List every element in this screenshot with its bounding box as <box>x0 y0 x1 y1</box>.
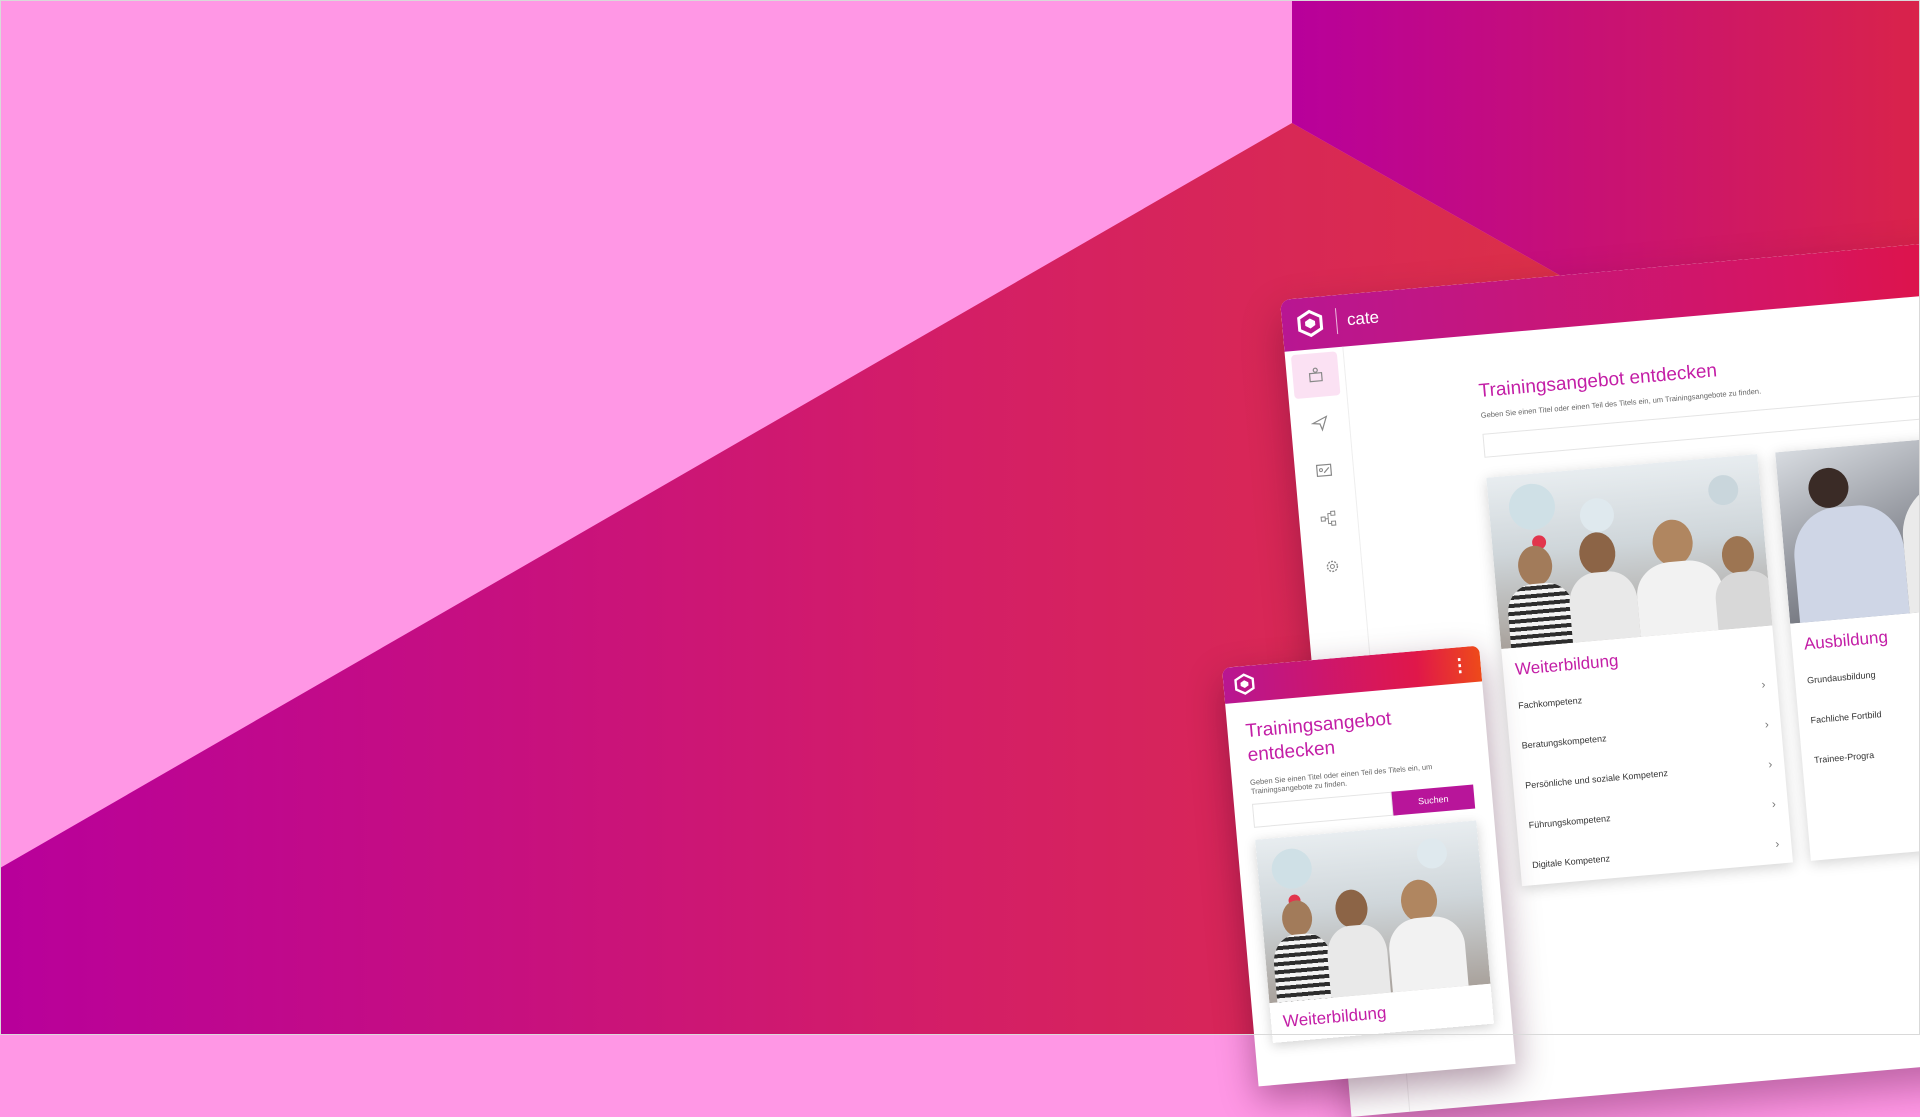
category-card-weiterbildung[interactable]: Weiterbildung Fachkompetenz › Beratungsko… <box>1486 453 1793 887</box>
settings-icon <box>1326 560 1339 573</box>
chevron-right-icon: › <box>1771 796 1777 812</box>
card-photo <box>1486 453 1773 650</box>
nav-training[interactable] <box>1290 351 1341 400</box>
training-icon <box>1308 367 1323 383</box>
chevron-right-icon: › <box>1760 677 1766 692</box>
chevron-right-icon: › <box>1764 717 1770 732</box>
app-logo-icon <box>1295 308 1325 338</box>
main-content: Trainingsangebot entdecken Geben Sie ein… <box>1474 286 1920 1101</box>
nav-settings[interactable] <box>1308 543 1358 591</box>
chevron-right-icon: › <box>1767 756 1773 772</box>
category-card-weiterbildung[interactable]: Weiterbildung <box>1255 820 1494 1043</box>
card-photo <box>1255 820 1491 1004</box>
hierarchy-icon <box>1320 510 1337 526</box>
search-input[interactable] <box>1251 791 1394 828</box>
send-icon <box>1310 415 1328 432</box>
page-title: Trainingsangebot entdecken <box>1244 708 1393 767</box>
category-card-ausbildung[interactable]: Ausbildung Grundausbildung Fachliche For… <box>1775 428 1920 861</box>
app-logo-icon <box>1233 672 1257 696</box>
mobile-mockup: ⋮ Trainingsangebot entdecken Geben Sie e… <box>1222 645 1516 1087</box>
presentation-icon <box>1315 463 1333 478</box>
nav-presentation[interactable] <box>1299 447 1349 495</box>
chevron-right-icon: › <box>1774 836 1780 851</box>
card-photo <box>1775 428 1920 624</box>
header-divider <box>1334 308 1339 335</box>
more-menu-icon[interactable]: ⋮ <box>1450 655 1470 676</box>
nav-hierarchy[interactable] <box>1303 495 1353 543</box>
nav-send[interactable] <box>1295 399 1345 447</box>
search-button[interactable]: Suchen <box>1391 784 1476 816</box>
app-name: cate <box>1346 307 1380 330</box>
